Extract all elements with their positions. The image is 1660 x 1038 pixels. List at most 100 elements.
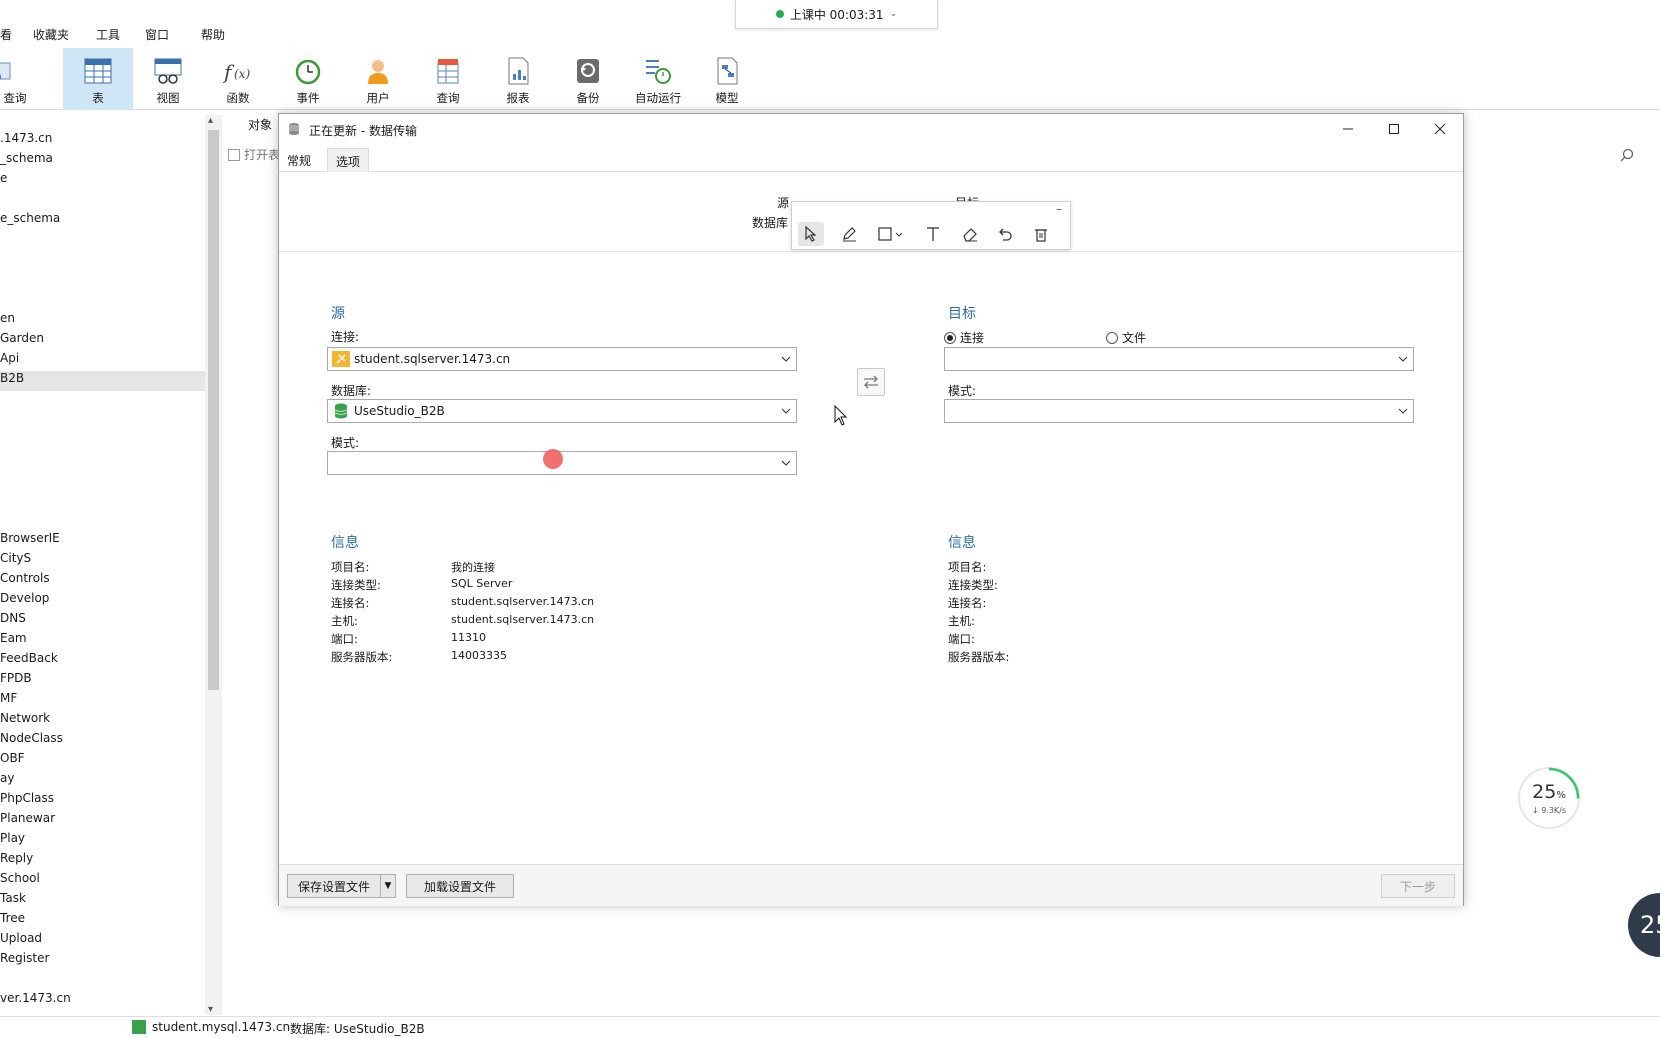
laser-pointer-dot — [543, 449, 563, 469]
scrollbar-thumb[interactable] — [208, 130, 219, 690]
select-arrow-icon[interactable] — [798, 222, 824, 246]
tree-item[interactable]: Register — [0, 951, 205, 971]
tree-item[interactable]: _schema — [0, 151, 205, 171]
tree-item[interactable]: Api — [0, 351, 205, 371]
target-info-table: 项目名: 连接类型: 连接名: 主机: 端口: 服务器版本: — [948, 559, 1348, 669]
rectangle-icon[interactable] — [874, 222, 908, 246]
target-connection-radio[interactable]: 连接 — [944, 329, 984, 346]
ribbon-label: 模型 — [715, 91, 739, 105]
menu-item-help[interactable]: 帮助 — [201, 26, 225, 43]
tree-item[interactable]: PhpClass — [0, 791, 205, 811]
ribbon-event-button[interactable]: 事件 — [275, 48, 341, 110]
target-connection-select[interactable] — [944, 347, 1414, 371]
tab-general[interactable]: 常规 — [279, 148, 319, 172]
save-profile-button[interactable]: 保存设置文件 — [287, 874, 381, 898]
source-database-select[interactable]: UseStudio_B2B — [327, 399, 797, 423]
query-icon — [433, 56, 463, 86]
annotation-collapse-icon[interactable]: – — [1056, 202, 1062, 216]
target-file-radio[interactable]: 文件 — [1106, 329, 1146, 346]
tree-item[interactable]: OBF — [0, 751, 205, 771]
tree-item[interactable]: Controls — [0, 571, 205, 591]
tree-item[interactable]: ay — [0, 771, 205, 791]
target-schema-select[interactable] — [944, 399, 1414, 423]
source-connection-select[interactable]: student.sqlserver.1473.cn — [327, 347, 797, 371]
tree-item[interactable]: Play — [0, 831, 205, 851]
ribbon-label: 报表 — [506, 91, 530, 105]
tree-scrollbar[interactable]: ▴ ▾ — [205, 115, 222, 1015]
svg-text:+: + — [0, 73, 1, 83]
eraser-icon[interactable] — [957, 222, 983, 246]
search-icon[interactable] — [1620, 148, 1634, 165]
event-clock-icon — [293, 56, 323, 86]
ribbon-query-button[interactable]: 查询 — [415, 48, 481, 110]
radio-checked-icon — [944, 331, 956, 344]
tab-options[interactable]: 选项 — [327, 148, 370, 172]
tree-item[interactable]: FeedBack — [0, 651, 205, 671]
tree-item[interactable]: MF — [0, 691, 205, 711]
info-key: 主机: — [331, 614, 358, 628]
network-speed-widget[interactable]: 25% ↓ 9.3K/s — [1518, 767, 1580, 829]
tree-item[interactable]: Planewar — [0, 811, 205, 831]
ribbon-model-button[interactable]: 模型 — [694, 48, 760, 110]
info-key: 连接类型: — [331, 578, 381, 592]
info-value: student.sqlserver.1473.cn — [451, 595, 595, 608]
menu-item-window[interactable]: 窗口 — [145, 26, 169, 43]
ribbon-new-query-button[interactable]: + 查询 — [0, 48, 33, 110]
undo-icon[interactable] — [992, 222, 1018, 246]
info-key: 连接名: — [331, 596, 370, 610]
tree-item[interactable]: Reply — [0, 851, 205, 871]
tree-item[interactable]: FPDB — [0, 671, 205, 691]
tree-item[interactable]: NodeClass — [0, 731, 205, 751]
tree-item[interactable]: Develop — [0, 591, 205, 611]
tree-item[interactable]: School — [0, 871, 205, 891]
next-button[interactable]: 下一步 — [1381, 874, 1455, 898]
ribbon-report-button[interactable]: 报表 — [485, 48, 551, 110]
tree-item[interactable]: BrowserIE — [0, 531, 205, 551]
target-info-heading: 信息 — [948, 535, 976, 551]
tree-item[interactable]: e — [0, 171, 205, 191]
ribbon-automation-button[interactable]: 自动运行 — [623, 48, 693, 110]
load-profile-button[interactable]: 加载设置文件 — [406, 874, 514, 898]
scroll-up-icon[interactable]: ▴ — [208, 115, 213, 126]
tree-item[interactable]: DNS — [0, 611, 205, 631]
ribbon-function-button[interactable]: f (x) 函数 — [205, 48, 271, 110]
objects-tab[interactable]: 对象 — [248, 116, 272, 133]
scroll-down-icon[interactable]: ▾ — [208, 1004, 213, 1015]
tree-item[interactable]: CityS — [0, 551, 205, 571]
ribbon-backup-button[interactable]: 备份 — [555, 48, 621, 110]
source-database-label: 数据库: — [331, 384, 372, 398]
menu-item-tools[interactable]: 工具 — [96, 26, 120, 43]
info-key: 连接名: — [948, 596, 987, 610]
chevron-down-icon — [776, 460, 796, 466]
close-button[interactable] — [1417, 114, 1463, 144]
ribbon-label: 备份 — [576, 91, 600, 105]
tree-item[interactable]: e_schema — [0, 211, 205, 231]
maximize-button[interactable] — [1371, 114, 1417, 144]
tree-item[interactable]: en — [0, 311, 205, 331]
swap-source-target-button[interactable] — [857, 368, 885, 396]
open-table-button[interactable]: 打开表 — [228, 146, 280, 163]
tree-item[interactable]: Eam — [0, 631, 205, 651]
tree-item-selected[interactable]: B2B — [0, 371, 205, 391]
tree-item[interactable]: Upload — [0, 931, 205, 951]
dialog-title-bar[interactable]: 正在更新 - 数据传输 — [279, 114, 1463, 144]
menu-item-view[interactable]: 看 — [0, 26, 12, 43]
tree-item[interactable]: Network — [0, 711, 205, 731]
tree-item[interactable]: ver.1473.cn — [0, 991, 205, 1011]
tree-item[interactable]: .1473.cn — [0, 131, 205, 151]
backup-icon — [573, 56, 603, 86]
tree-item[interactable]: Task — [0, 891, 205, 911]
pen-icon[interactable] — [836, 222, 862, 246]
trash-icon[interactable] — [1028, 222, 1054, 246]
menu-item-favorites[interactable]: 收藏夹 — [33, 26, 69, 43]
text-icon[interactable] — [920, 222, 946, 246]
ribbon-table-button[interactable]: 表 — [63, 48, 133, 110]
minimize-button[interactable] — [1325, 114, 1371, 144]
ribbon-user-button[interactable]: 用户 — [345, 48, 411, 110]
save-profile-dropdown[interactable]: ▼ — [380, 874, 396, 898]
ribbon-view-button[interactable]: 视图 — [135, 48, 201, 110]
summary-source-label: 源 — [777, 196, 790, 210]
tree-item[interactable]: Garden — [0, 331, 205, 351]
tree-item[interactable]: Tree — [0, 911, 205, 931]
corner-floating-badge[interactable]: 25 — [1628, 893, 1660, 957]
